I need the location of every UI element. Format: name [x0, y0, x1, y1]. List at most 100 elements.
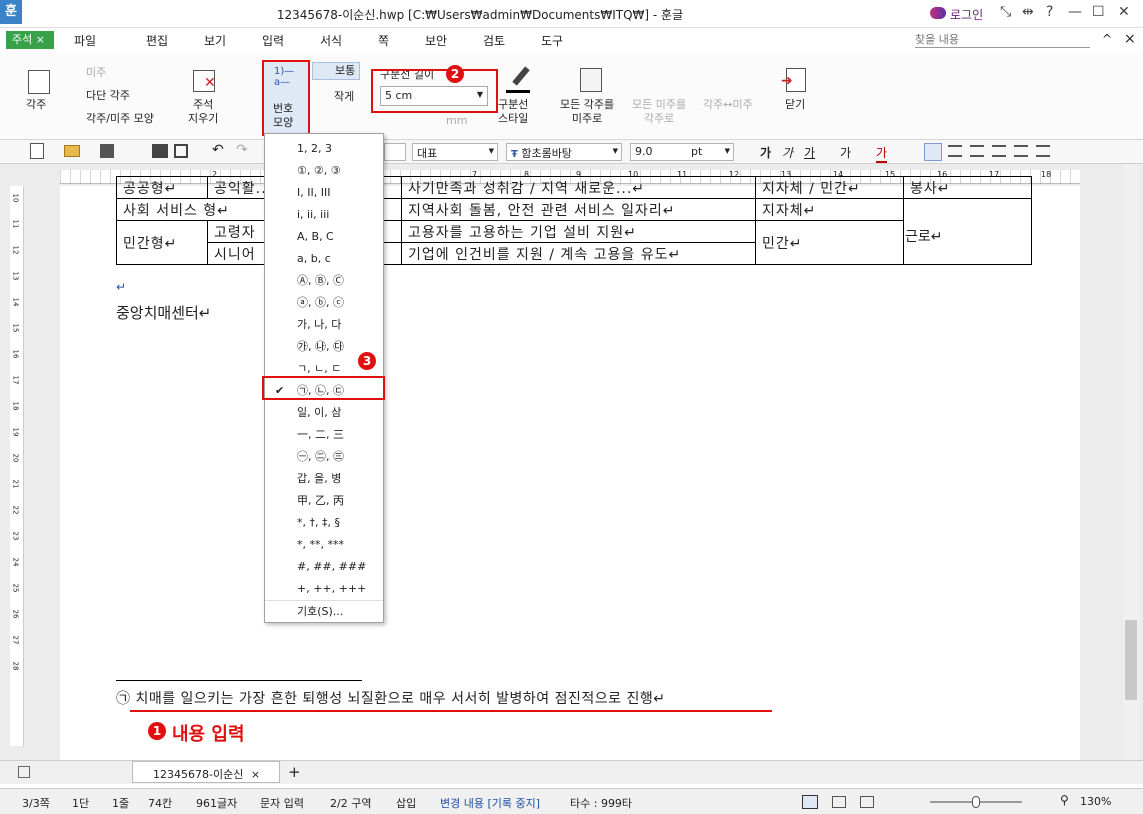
align-justify-icon[interactable] — [924, 143, 942, 161]
menu-file[interactable]: 파일 — [74, 32, 96, 49]
number-shape-option[interactable]: ①, ②, ③ — [265, 160, 383, 182]
table-cell[interactable]: 지자체 / 민간↵ — [755, 176, 904, 199]
close-note-button[interactable]: 닫기 — [785, 98, 805, 112]
login-icon[interactable] — [930, 7, 946, 19]
vertical-ruler[interactable]: 10 11 12 13 14 15 16 17 18 19 20 21 22 23 24 25 26 27 28 — [10, 186, 24, 746]
tab-list-icon[interactable] — [18, 766, 30, 778]
all-to-endnote-button[interactable]: 모든 각주를 미주로 — [560, 98, 614, 126]
open-icon[interactable] — [64, 145, 80, 157]
full-view-icon[interactable] — [860, 796, 874, 808]
status-track-changes[interactable]: 변경 내용 [기록 중지] — [440, 795, 540, 811]
underline-button[interactable]: 가 — [804, 144, 815, 161]
table-cell[interactable]: 기업에 인건비를 지원 / 계속 고용을 유도↵ — [401, 242, 756, 265]
menu-page[interactable]: 쪽 — [378, 32, 389, 49]
number-shape-option[interactable]: +, ++, +++ — [265, 578, 383, 600]
number-shape-option[interactable]: 一, 二, 三 — [265, 424, 383, 446]
maximize-button[interactable]: ☐ — [1092, 4, 1105, 20]
page-view-icon[interactable] — [802, 795, 818, 809]
center-name-text[interactable]: 중앙치매센터↵ — [116, 302, 211, 323]
font-select[interactable]: Ŧ 함초롬바탕 ▼ — [506, 143, 622, 161]
align-center-icon[interactable] — [970, 145, 984, 157]
separator-length-select[interactable]: 5 cm ▼ — [380, 86, 488, 106]
italic-button[interactable]: 가 — [782, 144, 793, 161]
status-page[interactable]: 3/3쪽 — [22, 795, 50, 811]
number-shape-option[interactable]: 가, 나, 다 — [265, 314, 383, 336]
number-shape-option[interactable]: i, ii, iii — [265, 204, 383, 226]
number-shape-option[interactable]: *, †, ‡, § — [265, 512, 383, 534]
divide-icon[interactable] — [1036, 145, 1050, 157]
style-select[interactable]: 대표 ▼ — [412, 143, 498, 161]
font-size-select[interactable]: 9.0 pt ▼ — [630, 143, 734, 161]
number-shape-option[interactable]: ⓐ, ⓑ, ⓒ — [265, 292, 383, 314]
normal-size-button[interactable]: 보통 — [312, 62, 360, 80]
menu-insert[interactable]: 입력 — [262, 32, 284, 49]
table-cell[interactable]: 봉사↵ — [903, 176, 1032, 199]
status-insert[interactable]: 삽입 — [396, 795, 416, 811]
endnote-button[interactable]: 미주 — [86, 66, 106, 80]
number-shape-option[interactable]: I, II, III — [265, 182, 383, 204]
bold-button[interactable]: 가 — [760, 144, 771, 161]
all-to-footnote-button[interactable]: 모든 미주를 각주로 — [632, 98, 686, 126]
help-icon[interactable]: ? — [1046, 4, 1053, 20]
redo-icon[interactable]: ↷ — [236, 142, 248, 158]
close-doc-icon[interactable]: × — [1124, 31, 1136, 47]
number-shape-option[interactable]: Ⓐ, Ⓑ, Ⓒ — [265, 270, 383, 292]
number-shape-option[interactable]: 일, 이, 삼 — [265, 402, 383, 424]
small-size-button[interactable]: 작게 — [334, 88, 354, 104]
menu-view[interactable]: 보기 — [204, 32, 226, 49]
menu-security[interactable]: 보안 — [425, 32, 447, 49]
add-tab-button[interactable]: + — [288, 763, 301, 781]
table-cell[interactable]: 지역사회 돌봄, 안전 관련 서비스 일자리↵ — [401, 198, 756, 221]
menu-edit[interactable]: 편집 — [146, 32, 168, 49]
table-cell[interactable]: 민간형↵ — [116, 220, 208, 265]
table-cell[interactable]: 지자체↵ — [755, 198, 904, 221]
vertical-scrollbar[interactable] — [1123, 164, 1139, 760]
table-cell[interactable]: 공공형↵ — [116, 176, 208, 199]
number-shape-option[interactable]: ㊀, ㊁, ㊂ — [265, 446, 383, 468]
number-shape-option[interactable]: 갑, 을, 병 — [265, 468, 383, 490]
distribute-icon[interactable] — [1014, 145, 1028, 157]
number-shape-option[interactable]: *, **, *** — [265, 534, 383, 556]
multi-footnote-button[interactable]: 다단 각주 — [86, 89, 130, 103]
save-icon[interactable] — [100, 144, 114, 158]
undo-icon[interactable]: ↶ — [212, 142, 224, 158]
number-shape-option[interactable]: 甲, 乙, 丙 — [265, 490, 383, 512]
preview-icon[interactable] — [174, 144, 188, 158]
document-page[interactable]: 공공형↵ 공익활... 사기만족과 성취감 / 지역 새로운...↵ 지자체 /… — [60, 176, 1080, 760]
menu-format[interactable]: 서식 — [320, 32, 342, 49]
annotation-close-icon[interactable]: × — [36, 33, 45, 46]
table-cell[interactable]: 사기만족과 성취감 / 지역 새로운...↵ — [401, 176, 756, 199]
align-right-icon[interactable] — [992, 145, 1006, 157]
number-shape-option[interactable]: 기호(S)... — [265, 600, 383, 622]
number-shape-option[interactable]: #, ##, ### — [265, 556, 383, 578]
number-shape-option[interactable]: 1, 2, 3 — [265, 138, 383, 160]
note-shape-button[interactable]: 각주/미주 모양 — [86, 112, 154, 126]
table-cell[interactable]: 민간↵ — [755, 220, 904, 265]
number-shape-option[interactable]: a, b, c — [265, 248, 383, 270]
zoom-slider-handle[interactable] — [972, 796, 980, 808]
footnote-button[interactable]: 각주 — [26, 98, 46, 112]
search-input[interactable] — [915, 32, 1090, 48]
menu-review[interactable]: 검토 — [483, 32, 505, 49]
strike-button[interactable]: 가 — [840, 144, 851, 161]
menu-tools[interactable]: 도구 — [541, 32, 563, 49]
style-combo-edge[interactable] — [384, 143, 406, 161]
align-left-icon[interactable] — [948, 145, 962, 157]
layout-icon[interactable]: ⇹ — [1022, 4, 1034, 20]
fullscreen-icon[interactable]: ⤡ — [1000, 4, 1011, 20]
annotation-tab[interactable]: 주석 × — [6, 31, 54, 49]
delete-note-button[interactable]: 주석 지우기 — [188, 98, 218, 126]
footnote-text[interactable]: ㉠ 치매를 일으키는 가장 흔한 퇴행성 뇌질환으로 매우 서서히 발병하여 점… — [116, 688, 665, 708]
swap-note-button[interactable]: 각주↔미주 — [703, 98, 753, 112]
number-shape-button[interactable]: 1)— a— 번호 모양 — [262, 60, 310, 136]
login-button[interactable]: 로그인 — [950, 6, 983, 23]
number-shape-option[interactable]: A, B, C — [265, 226, 383, 248]
document-tab-close-icon[interactable]: × — [251, 768, 260, 781]
zoom-icon[interactable]: ⚲ — [1060, 793, 1069, 807]
collapse-ribbon-icon[interactable]: ^ — [1102, 32, 1112, 46]
document-tab[interactable]: 12345678-이순신 × — [132, 761, 280, 783]
new-doc-icon[interactable] — [30, 143, 44, 159]
font-color-button[interactable]: 가 — [876, 144, 888, 163]
separator-style-button[interactable]: 구분선 스타일 — [498, 98, 528, 126]
print-icon[interactable] — [152, 144, 168, 158]
